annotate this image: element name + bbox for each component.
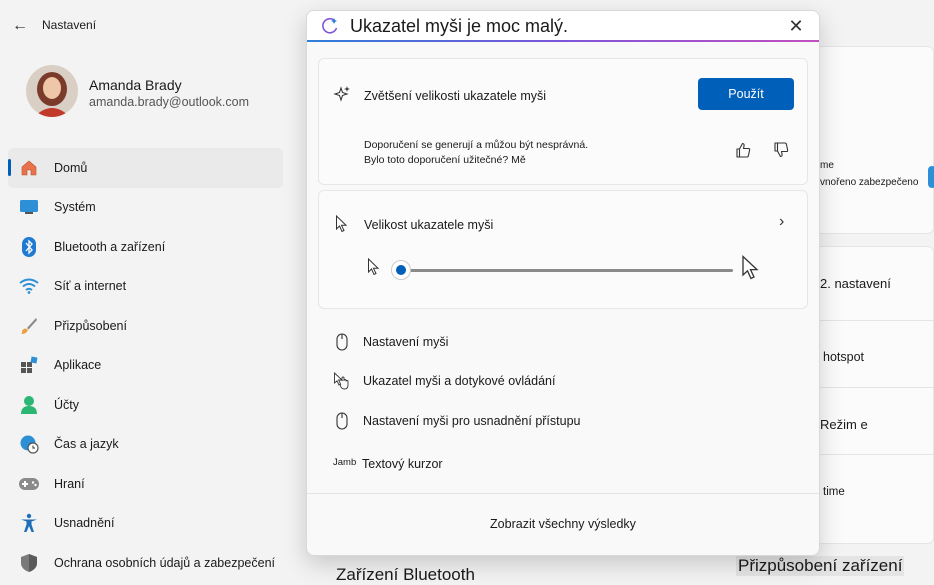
copilot-sparkle-icon (321, 17, 339, 35)
recommendation-card: Zvětšení velikosti ukazatele myši Použít… (318, 58, 808, 185)
small-pointer-icon (367, 257, 381, 276)
sidebar-item-label: Ochrana osobních údajů a zabezpečení (54, 555, 275, 570)
sidebar-item-label: Usnadnění (54, 516, 115, 531)
background-fragment: hotspot (823, 350, 865, 364)
large-pointer-icon (741, 255, 761, 281)
section-heading-bluetooth: Zařízení Bluetooth (336, 565, 475, 584)
background-fragment: time (823, 486, 845, 498)
sidebar-item-label: Přizpůsobení (54, 318, 127, 333)
result-label: Textový kurzor (362, 457, 443, 471)
sidebar-item-bluetooth[interactable]: Bluetooth a zařízení (8, 227, 283, 267)
shield-icon (18, 552, 40, 574)
background-fragment: 2. nastavení (820, 276, 891, 291)
result-mouse-settings[interactable]: Nastavení myši (318, 324, 808, 360)
result-label: Nastavení myši (363, 335, 449, 349)
status-indicator (928, 166, 934, 188)
sidebar-item-time-language[interactable]: Čas a jazyk (8, 425, 283, 465)
sidebar-item-system[interactable]: Systém (8, 188, 283, 228)
background-fragment: Režim e (820, 417, 868, 432)
disclaimer-line: Doporučení se generují a můžou být nespr… (364, 139, 589, 151)
show-all-results-link[interactable]: Zobrazit všechny výsledky (307, 517, 819, 531)
text-cursor-prefix: Jamb (333, 457, 357, 468)
result-label: Nastavení myši pro usnadnění přístupu (363, 414, 581, 428)
disclaimer-line: Bylo toto doporučení užitečné? Mě (364, 154, 526, 166)
bluetooth-icon (18, 236, 40, 258)
close-button[interactable]: ✕ (785, 15, 807, 37)
result-mouse-accessibility[interactable]: Nastavení myši pro usnadnění přístupu (318, 403, 808, 439)
sidebar-item-privacy[interactable]: Ochrana osobních údajů a zabezpečení (8, 543, 283, 583)
user-email: amanda.brady@outlook.com (89, 95, 249, 109)
search-flyout: ✕ Zvětšení velikosti ukazatele myši Použ… (306, 10, 820, 556)
recommendation-disclaimer: Doporučení se generují a můžou být nespr… (364, 138, 588, 168)
back-button[interactable]: ← (10, 16, 30, 36)
sidebar-item-network[interactable]: Síť a internet (8, 267, 283, 307)
sidebar-item-personalization[interactable]: Přizpůsobení (8, 306, 283, 346)
sidebar-item-label: Domů (54, 160, 88, 175)
app-title: Nastavení (42, 18, 97, 32)
person-icon (18, 394, 40, 416)
pointer-size-card[interactable]: Velikost ukazatele myši › (318, 190, 808, 309)
wifi-icon (18, 275, 40, 297)
avatar[interactable] (26, 65, 78, 117)
home-icon (18, 157, 40, 179)
sidebar-item-label: Účty (54, 397, 79, 412)
footer-divider (307, 493, 819, 494)
apply-button[interactable]: Použít (698, 78, 794, 110)
search-focus-underline (307, 40, 819, 42)
sidebar-item-gaming[interactable]: Hraní (8, 464, 283, 504)
sidebar-item-label: Síť a internet (54, 279, 127, 294)
sidebar-item-label: Bluetooth a zařízení (54, 239, 166, 254)
sidebar-item-label: Aplikace (54, 358, 102, 373)
sidebar-item-apps[interactable]: Aplikace (8, 346, 283, 386)
chevron-right-icon[interactable]: › (779, 213, 784, 231)
sidebar-item-label: Systém (54, 200, 96, 215)
accessibility-icon (18, 512, 40, 534)
mouse-icon (331, 331, 353, 353)
sidebar-item-accessibility[interactable]: Usnadnění (8, 504, 283, 544)
result-pointer-touch[interactable]: Ukazatel myši a dotykové ovládání (318, 363, 808, 399)
apps-icon (18, 354, 40, 376)
sidebar-nav: Domů Systém Bluetooth a zařízení Síť a i… (8, 148, 283, 583)
thumbs-up-icon[interactable] (734, 141, 752, 159)
mouse-icon (331, 410, 353, 432)
sidebar-item-label: Hraní (54, 476, 85, 491)
recommendation-title: Zvětšení velikosti ukazatele myši (364, 89, 547, 103)
result-label: Ukazatel myši a dotykové ovládání (363, 374, 556, 388)
search-input[interactable] (350, 15, 770, 37)
search-bar: ✕ (307, 11, 819, 41)
brush-icon (18, 315, 40, 337)
sidebar-item-label: Čas a jazyk (54, 437, 119, 452)
sparkle-icon (333, 85, 351, 103)
sidebar-item-accounts[interactable]: Účty (8, 385, 283, 425)
pointer-size-slider-track[interactable] (401, 269, 733, 272)
pointer-touch-icon (331, 370, 353, 392)
system-monitor-icon (18, 196, 40, 218)
section-heading-personalize: Přizpůsobení zařízení (736, 556, 905, 576)
mouse-pointer-icon (335, 214, 349, 233)
user-name: Amanda Brady (89, 77, 182, 93)
pointer-size-slider-thumb[interactable] (391, 260, 411, 280)
pointer-size-title: Velikost ukazatele myši (364, 218, 494, 232)
sidebar-item-home[interactable]: Domů (8, 148, 283, 188)
background-fragment: me (820, 160, 834, 171)
gamepad-icon (18, 473, 40, 495)
background-fragment: vnořeno zabezpečeno (820, 177, 919, 188)
globe-clock-icon (18, 433, 40, 455)
thumbs-down-icon[interactable] (772, 141, 790, 159)
